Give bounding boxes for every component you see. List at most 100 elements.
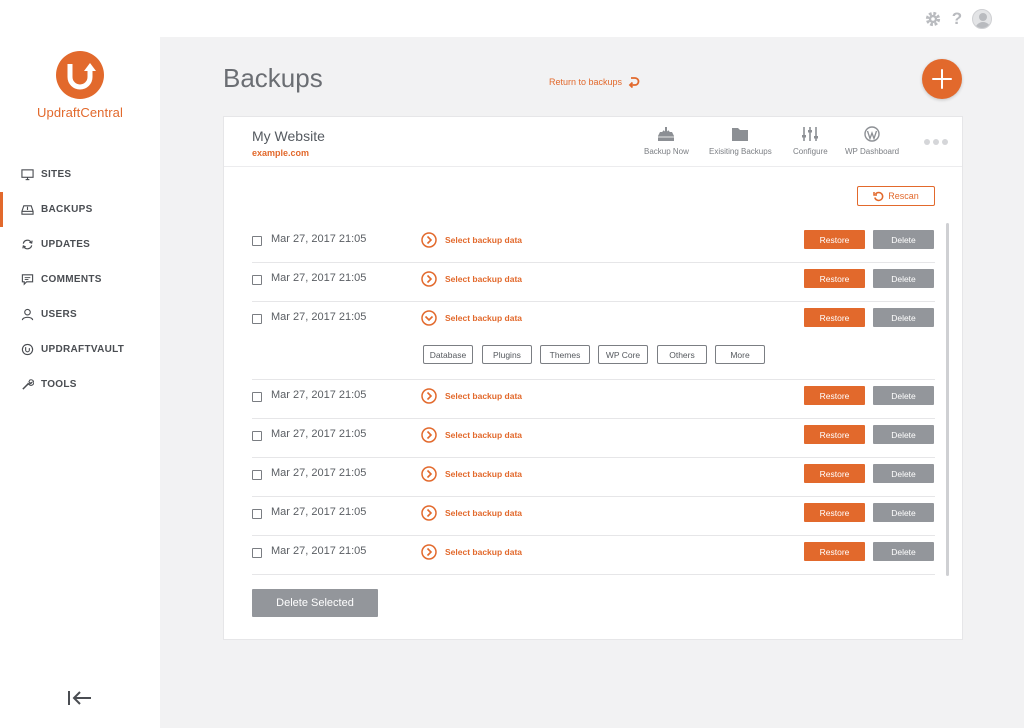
chevron-right-circle-icon[interactable]	[421, 388, 437, 404]
backup-row: Mar 27, 2017 21:05 Select backup data Re…	[252, 536, 935, 575]
backup-now-action[interactable]: Backup Now	[644, 125, 689, 156]
scrollbar[interactable]	[946, 223, 949, 576]
action-label: Backup Now	[644, 147, 689, 156]
sidebar-item-comments[interactable]: COMMENTS	[0, 262, 160, 297]
restore-button[interactable]: Restore	[804, 230, 865, 249]
sidebar-item-backups[interactable]: BACKUPS	[0, 192, 160, 227]
collapse-sidebar-icon[interactable]	[66, 687, 94, 709]
page-title: Backups	[223, 63, 323, 93]
rescan-icon	[873, 191, 884, 201]
row-checkbox[interactable]	[252, 314, 262, 324]
backup-row: Mar 27, 2017 21:05 Select backup data Re…	[252, 497, 935, 536]
component-plugins[interactable]: Plugins	[482, 345, 532, 364]
delete-button[interactable]: Delete	[873, 269, 934, 288]
delete-button[interactable]: Delete	[873, 464, 934, 483]
chevron-right-circle-icon[interactable]	[421, 505, 437, 521]
delete-button[interactable]: Delete	[873, 230, 934, 249]
backup-date: Mar 27, 2017 21:05	[271, 467, 367, 479]
user-icon	[21, 308, 34, 321]
return-to-backups-link[interactable]: Return to backups	[549, 76, 640, 88]
configure-action[interactable]: Configure	[793, 125, 828, 156]
component-database[interactable]: Database	[423, 345, 473, 364]
row-checkbox[interactable]	[252, 275, 262, 285]
restore-button[interactable]: Restore	[804, 503, 865, 522]
delete-button[interactable]: Delete	[873, 425, 934, 444]
help-icon[interactable]: ?	[950, 9, 964, 29]
select-backup-data-link[interactable]: Select backup data	[445, 391, 522, 401]
row-checkbox[interactable]	[252, 509, 262, 519]
top-icons: ?	[924, 9, 992, 29]
select-backup-data-link[interactable]: Select backup data	[445, 547, 522, 557]
backup-row: Mar 27, 2017 21:05 Select backup data Re…	[252, 458, 935, 497]
add-site-button[interactable]	[922, 59, 962, 99]
restore-button[interactable]: Restore	[804, 386, 865, 405]
user-avatar-icon[interactable]	[972, 9, 992, 29]
delete-button[interactable]: Delete	[873, 308, 934, 327]
existing-backups-action[interactable]: Exisiting Backups	[709, 125, 772, 156]
component-themes[interactable]: Themes	[540, 345, 590, 364]
sidebar-item-label: USERS	[41, 309, 77, 320]
restore-button[interactable]: Restore	[804, 542, 865, 561]
restore-button[interactable]: Restore	[804, 269, 865, 288]
select-backup-data-link[interactable]: Select backup data	[445, 274, 522, 284]
sidebar-item-tools[interactable]: TOOLS	[0, 367, 160, 402]
row-checkbox[interactable]	[252, 470, 262, 480]
restore-button[interactable]: Restore	[804, 308, 865, 327]
sidebar-item-updraftvault[interactable]: UPDRAFTVAULT	[0, 332, 160, 367]
select-backup-data-link[interactable]: Select backup data	[445, 235, 522, 245]
updraft-logo-icon	[56, 51, 104, 99]
backup-date: Mar 27, 2017 21:05	[271, 272, 367, 284]
backup-row: Mar 27, 2017 21:05 Select backup data Re…	[252, 380, 935, 419]
chevron-down-circle-icon[interactable]	[421, 310, 437, 326]
chevron-right-circle-icon[interactable]	[421, 427, 437, 443]
site-name: My Website	[252, 128, 325, 144]
folder-icon	[732, 127, 749, 141]
row-checkbox[interactable]	[252, 236, 262, 246]
restore-button[interactable]: Restore	[804, 464, 865, 483]
return-label: Return to backups	[549, 77, 623, 87]
sidebar-item-updates[interactable]: UPDATES	[0, 227, 160, 262]
sidebar: UpdraftCentral SITES BACKUPS UPDATES COM…	[0, 37, 160, 728]
wordpress-icon	[864, 126, 880, 142]
sidebar-item-label: UPDRAFTVAULT	[41, 344, 125, 355]
brand-logo[interactable]: UpdraftCentral	[0, 49, 160, 120]
row-checkbox[interactable]	[252, 431, 262, 441]
backup-download-icon	[658, 127, 675, 141]
chevron-right-circle-icon[interactable]	[421, 271, 437, 287]
gear-icon[interactable]	[924, 10, 942, 28]
restore-button[interactable]: Restore	[804, 425, 865, 444]
sidebar-nav: SITES BACKUPS UPDATES COMMENTS USERS UPD…	[0, 157, 160, 402]
row-checkbox[interactable]	[252, 392, 262, 402]
backup-row-expanded: Mar 27, 2017 21:05 Select backup data Re…	[252, 302, 935, 380]
chevron-right-circle-icon[interactable]	[421, 544, 437, 560]
site-url[interactable]: example.com	[252, 148, 309, 158]
more-options-icon[interactable]	[924, 139, 948, 145]
monitor-icon	[21, 169, 34, 181]
select-backup-data-link[interactable]: Select backup data	[445, 508, 522, 518]
sidebar-item-sites[interactable]: SITES	[0, 157, 160, 192]
chevron-right-circle-icon[interactable]	[421, 466, 437, 482]
sidebar-item-label: TOOLS	[41, 379, 77, 390]
backup-date: Mar 27, 2017 21:05	[271, 545, 367, 557]
wrench-icon	[22, 379, 34, 390]
sidebar-item-label: SITES	[41, 169, 72, 180]
sidebar-item-users[interactable]: USERS	[0, 297, 160, 332]
wp-dashboard-action[interactable]: WP Dashboard	[845, 125, 899, 156]
delete-selected-button[interactable]: Delete Selected	[252, 589, 378, 617]
chevron-right-circle-icon[interactable]	[421, 232, 437, 248]
component-wp-core[interactable]: WP Core	[598, 345, 648, 364]
delete-button[interactable]: Delete	[873, 542, 934, 561]
row-checkbox[interactable]	[252, 548, 262, 558]
backup-row: Mar 27, 2017 21:05 Select backup data Re…	[252, 224, 935, 263]
component-more[interactable]: More	[715, 345, 765, 364]
backup-date: Mar 27, 2017 21:05	[271, 233, 367, 245]
delete-button[interactable]: Delete	[873, 386, 934, 405]
select-backup-data-link[interactable]: Select backup data	[445, 313, 522, 323]
rescan-button[interactable]: Rescan	[857, 186, 935, 206]
select-backup-data-link[interactable]: Select backup data	[445, 469, 522, 479]
component-others[interactable]: Others	[657, 345, 707, 364]
delete-button[interactable]: Delete	[873, 503, 934, 522]
select-backup-data-link[interactable]: Select backup data	[445, 430, 522, 440]
backup-date: Mar 27, 2017 21:05	[271, 506, 367, 518]
sidebar-item-label: UPDATES	[41, 239, 91, 250]
